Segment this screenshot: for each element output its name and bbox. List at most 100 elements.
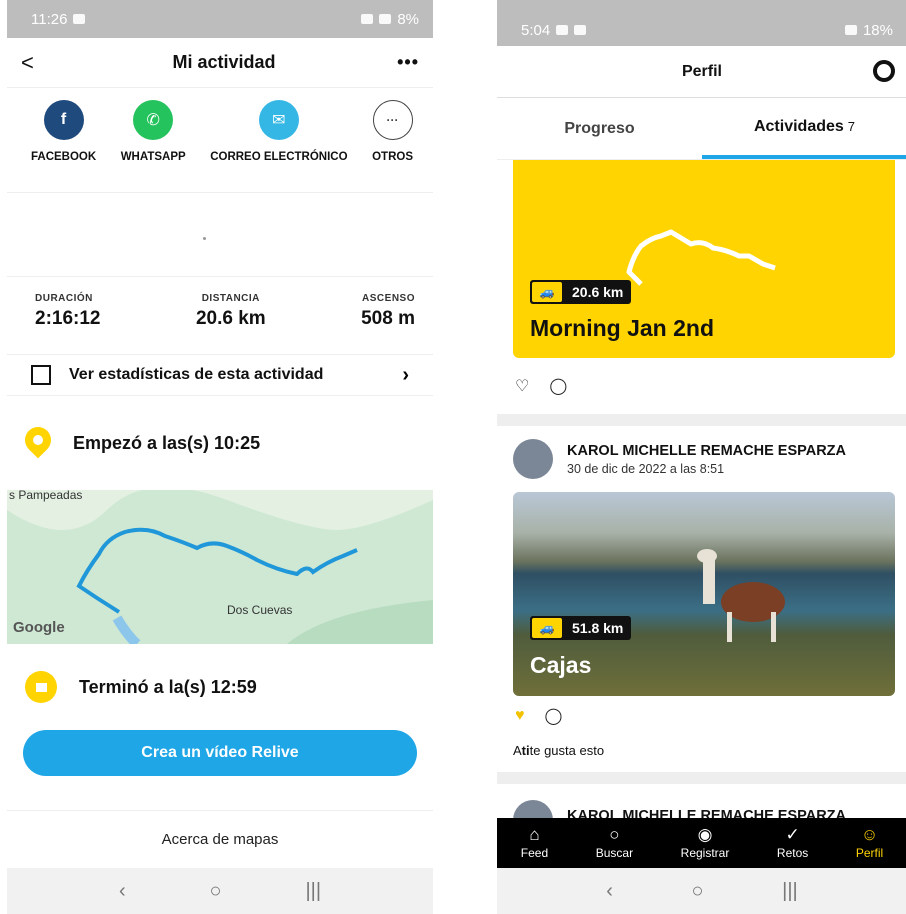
nav-label: Registrar (680, 846, 730, 860)
heart-icon[interactable]: ♡ (515, 376, 529, 396)
tab-progress[interactable]: Progreso (497, 98, 702, 159)
post-header: KAROL MICHELLE REMACHE ESPARZA 30 de dic… (497, 426, 906, 492)
heart-filled-icon[interactable]: ♥ (515, 707, 525, 725)
google-logo: Google (13, 619, 65, 636)
profile-header: Perfil (497, 46, 906, 98)
record-icon: ◉ (697, 825, 713, 844)
battery-level: 18% (862, 21, 893, 39)
end-time: Terminó a la(s) 12:59 (79, 676, 257, 697)
stat-label: DISTANCIA (201, 293, 260, 304)
loading-dot (203, 237, 206, 240)
nav-feed[interactable]: ⌂ Feed (521, 826, 548, 860)
activity-name: Morning Jan 2nd (530, 315, 714, 341)
signal-icon (844, 25, 857, 35)
nav-back-icon[interactable]: ‹ (606, 880, 613, 903)
reactions-bar: ♡ ◯ (497, 358, 906, 414)
profile-icon: ☺ (860, 825, 879, 844)
share-other-button[interactable]: ··· OTROS (372, 100, 413, 192)
profile-tabs: Progreso Actividades 7 (497, 98, 906, 160)
activity-card[interactable]: 🚙 20.6 km Morning Jan 2nd (513, 160, 895, 358)
activity-stats: DURACIÓN 2:16:12 DISTANCIA 20.6 km ASCEN… (7, 277, 433, 355)
alarm-icon (361, 14, 374, 24)
stat-distance: DISTANCIA 20.6 km (196, 293, 266, 354)
view-stats-link[interactable]: Ver estadísticas de esta actividad › (7, 355, 433, 396)
likes-prefix: A (513, 742, 522, 758)
likes-suffix: te gusta esto (529, 742, 605, 758)
about-maps-link[interactable]: Acerca de mapas (7, 810, 433, 868)
end-row: Terminó a la(s) 12:59 (7, 644, 433, 730)
share-whatsapp-button[interactable]: ✆ WHATSAPP (121, 100, 186, 192)
notification-icon (556, 25, 569, 35)
nav-label: Buscar (595, 846, 634, 860)
nav-home-icon[interactable]: ○ (209, 880, 221, 903)
comment-icon[interactable]: ◯ (545, 706, 563, 726)
stat-value: 20.6 km (195, 308, 266, 329)
create-video-button[interactable]: Crea un vídeo Relive (23, 730, 417, 776)
nav-label: Perfil (855, 846, 884, 860)
distance-value: 51.8 km (572, 620, 624, 636)
check-icon: ✓ (785, 825, 800, 844)
nav-profile[interactable]: ☺ Perfil (856, 826, 883, 860)
nav-label: Feed (520, 846, 549, 860)
stat-label: DURACIÓN (35, 293, 93, 304)
share-facebook-button[interactable]: f FACEBOOK (31, 100, 96, 192)
route-svg (7, 490, 433, 644)
back-icon[interactable]: < (21, 50, 51, 76)
right-screen: 5:04 18% Perfil Progreso Actividades 7 🚙… (497, 0, 906, 914)
nav-back-icon[interactable]: ‹ (119, 880, 126, 903)
share-label: OTROS (372, 151, 413, 163)
share-email-button[interactable]: ✉ CORREO ELECTRÓNICO (210, 100, 348, 192)
author-name[interactable]: KAROL MICHELLE REMACHE ESPARZA (567, 443, 846, 459)
battery-level: 8% (397, 10, 419, 28)
gear-icon[interactable] (873, 60, 895, 82)
system-nav: ‹ ○ ||| (497, 868, 906, 914)
view-stats-label: Ver estadísticas de esta actividad (69, 366, 324, 383)
message-icon (574, 25, 587, 35)
email-icon: ✉ (258, 100, 299, 140)
activities-count: 7 (847, 119, 856, 134)
status-bar: 5:04 18% (497, 0, 906, 46)
activity-name: Cajas (530, 652, 592, 678)
stat-value: 2:16:12 (35, 308, 101, 329)
page-title: Perfil (681, 62, 722, 80)
whatsapp-icon: ✆ (133, 100, 174, 140)
route-map[interactable]: s Pampeadas Dos Cuevas Google (7, 490, 433, 644)
post-date: 30 de dic de 2022 a las 8:51 (567, 461, 725, 476)
nav-recents-icon[interactable]: ||| (305, 880, 321, 903)
distance-badge: 🚙 20.6 km (530, 280, 632, 304)
chevron-right-icon: › (402, 363, 409, 386)
status-bar: 11:26 8% (7, 0, 433, 38)
avatar[interactable] (513, 439, 553, 479)
trend-icon (31, 365, 51, 385)
reactions-bar: ♥ ◯ (497, 696, 906, 736)
start-row: Empezó a las(s) 10:25 (7, 396, 433, 490)
home-icon: ⌂ (529, 825, 540, 844)
nav-challenges[interactable]: ✓ Retos (777, 826, 808, 860)
car-icon: 🚙 (532, 282, 562, 302)
finish-flag-icon (25, 671, 57, 703)
activity-photo-card[interactable]: 🚙 51.8 km Cajas (513, 492, 895, 696)
car-icon: 🚙 (532, 618, 562, 638)
divider (497, 772, 906, 784)
tab-activities[interactable]: Actividades 7 (702, 98, 906, 159)
nav-recents-icon[interactable]: ||| (782, 880, 798, 903)
nav-label: Retos (776, 846, 809, 860)
nav-home-icon[interactable]: ○ (691, 880, 703, 903)
loading-area (7, 193, 433, 277)
bottom-nav: ⌂ Feed ○ Buscar ◉ Registrar ✓ Retos ☺ Perfil (497, 818, 906, 868)
route-line (76, 527, 358, 614)
map-place-label: Dos Cuevas (227, 603, 293, 617)
divider (497, 414, 906, 426)
activity-header: < Mi actividad ••• (7, 38, 433, 88)
signal-icon (379, 14, 392, 24)
stat-label: ASCENSO (362, 293, 415, 304)
nav-search[interactable]: ○ Buscar (596, 826, 633, 860)
more-options-icon[interactable]: ••• (397, 52, 419, 73)
comment-icon[interactable]: ◯ (549, 376, 567, 396)
start-time: Empezó a las(s) 10:25 (73, 432, 261, 453)
share-label: WHATSAPP (120, 151, 186, 163)
gallery-icon (73, 14, 86, 24)
likes-you: ti (521, 742, 530, 758)
share-label: FACEBOOK (31, 151, 97, 163)
nav-record[interactable]: ◉ Registrar (681, 826, 730, 860)
